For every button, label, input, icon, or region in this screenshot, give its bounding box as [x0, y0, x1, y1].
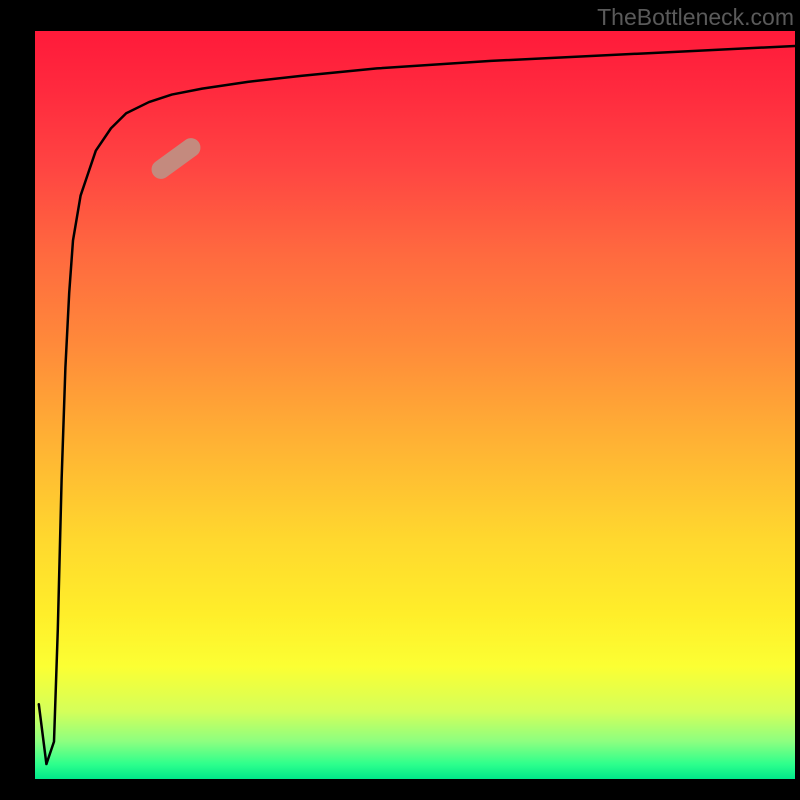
- bottleneck-curve: [35, 31, 795, 779]
- plot-area: [35, 31, 795, 779]
- watermark-text: TheBottleneck.com: [597, 4, 794, 31]
